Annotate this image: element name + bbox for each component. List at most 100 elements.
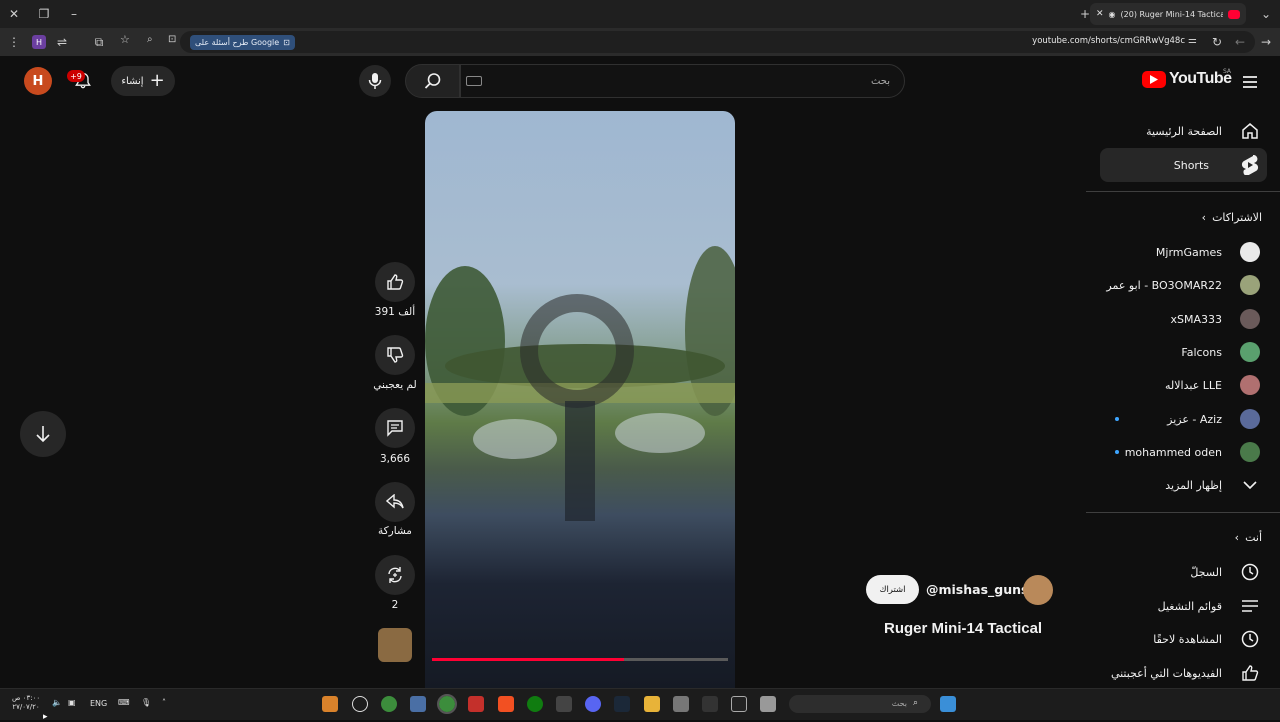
chrome-active-icon[interactable] [437, 694, 457, 714]
network-icon[interactable]: ▣ [68, 698, 76, 707]
pen-app-icon[interactable] [731, 696, 747, 712]
back-arrow-icon[interactable]: ← [1226, 28, 1254, 56]
short-video-player[interactable] [425, 111, 735, 688]
install-icon[interactable]: ⊡ [168, 34, 176, 45]
tab-search-icon[interactable]: ⌄ [1252, 0, 1280, 28]
logo-region: SA [1223, 68, 1232, 75]
youtube-logo[interactable]: YouTube [1142, 70, 1232, 88]
youtube-taskbar-icon[interactable] [468, 696, 484, 712]
share-button[interactable] [375, 482, 415, 522]
brave-icon[interactable] [498, 696, 514, 712]
sound-channel-thumbnail[interactable] [378, 628, 412, 662]
remix-count: 2 [391, 599, 399, 611]
thumbs-up-icon [1238, 661, 1262, 685]
chrome-icon[interactable] [381, 696, 397, 712]
restore-window-icon[interactable]: ❐ [30, 0, 58, 28]
discord-icon[interactable] [585, 696, 601, 712]
video-progress-fill [432, 658, 625, 661]
dislike-label: لم يعجبني [373, 379, 417, 391]
xbox-icon[interactable] [527, 696, 543, 712]
home-icon [1238, 119, 1262, 143]
search-input[interactable]: بحث [460, 64, 905, 98]
voice-search-mic-icon[interactable] [359, 65, 391, 97]
extensions-icon[interactable]: ⇌ [48, 28, 76, 56]
comment-count: 3,666 [379, 453, 411, 465]
app-icon-4[interactable] [410, 696, 426, 712]
hamburger-menu-icon[interactable] [1238, 70, 1262, 94]
menu-dots-icon[interactable]: ⋮ [0, 28, 28, 56]
arrow-down-icon [36, 426, 50, 443]
site-settings-icon[interactable]: ⚌ [1188, 35, 1197, 46]
chevron-down-icon [1238, 473, 1262, 497]
subscription-avatar [1240, 309, 1260, 329]
zoom-icon[interactable]: ⌕ [147, 34, 153, 45]
puzzle-icon[interactable]: ⧉ [85, 28, 113, 56]
channel-handle[interactable]: @mishas_guns [926, 582, 1028, 597]
sidebar-shorts-label: Shorts [1173, 158, 1209, 172]
url-text: youtube.com/shorts/cmGRRwVg48c [1032, 36, 1185, 46]
thumbs-up-icon [387, 274, 404, 290]
channel-avatar[interactable] [1023, 575, 1053, 605]
file-explorer-icon[interactable] [644, 696, 660, 712]
subscription-name: Falcons [1181, 345, 1222, 359]
app-icon-14[interactable] [702, 696, 718, 712]
notifications-badge: +9 [67, 70, 85, 82]
keyboard-tray-icon[interactable]: ⌨ [118, 698, 130, 707]
language-indicator[interactable]: ENG [90, 699, 107, 708]
keyboard-icon[interactable] [466, 76, 482, 86]
task-view-icon[interactable] [760, 696, 776, 712]
you-section-title[interactable]: ‹ أنت [1235, 531, 1262, 544]
app-icon-1[interactable] [322, 696, 338, 712]
store-icon[interactable] [673, 696, 689, 712]
profile-icon[interactable]: H [32, 35, 46, 49]
comments-button[interactable] [375, 408, 415, 448]
sidebar-divider [1086, 191, 1280, 192]
tray-clock[interactable]: ٠٣:٠٠ ص ٢٧/٠٧/٢٠ [12, 694, 40, 712]
bookmark-star-icon[interactable]: ☆ [120, 33, 130, 46]
volume-icon[interactable]: 🔈 [52, 698, 62, 707]
plus-icon: + [149, 70, 165, 91]
like-count: 391 ألف [374, 306, 416, 318]
sidebar-home-label: الصفحة الرئيسية [1146, 124, 1222, 138]
dislike-button[interactable] [375, 335, 415, 375]
lens-icon: ⊡ [283, 38, 290, 47]
search-button[interactable] [405, 64, 460, 98]
windows-taskbar [0, 688, 1280, 720]
chevron-left-icon: ‹ [1201, 211, 1207, 224]
subscription-avatar [1240, 242, 1260, 262]
subscription-avatar [1240, 375, 1260, 395]
short-title[interactable]: Ruger Mini-14 Tactical [884, 620, 1042, 637]
create-button[interactable]: إنشاء + [111, 66, 175, 96]
steam-icon[interactable] [614, 696, 630, 712]
remix-icon [388, 567, 402, 583]
taskbar-search[interactable]: بحث [789, 695, 931, 713]
like-button[interactable] [375, 262, 415, 302]
subscriptions-section-title[interactable]: ‹ الاشتراكات [1202, 211, 1262, 224]
watch-later-label: المشاهدة لاحقًا [1153, 632, 1222, 646]
chevron-up-icon[interactable]: ˄ [162, 698, 166, 707]
microphone-tray-icon[interactable]: 🎙 [141, 698, 151, 707]
close-tab-icon[interactable]: ✕ [1096, 9, 1104, 19]
subscription-avatar [1240, 342, 1260, 362]
new-content-dot [1115, 450, 1119, 454]
minimize-window-icon[interactable]: – [60, 0, 88, 28]
subscription-avatar [1240, 442, 1260, 462]
app-icon-2[interactable] [352, 696, 368, 712]
remix-button[interactable] [375, 555, 415, 595]
subscription-name: عبدالاله LLE [1165, 378, 1222, 392]
app-icon-9[interactable] [556, 696, 572, 712]
subscribe-button[interactable]: اشتراك [866, 575, 919, 604]
playlists-icon [1238, 594, 1262, 618]
google-lens-chip[interactable]: طرح أسئلة على Google ⊡ [190, 35, 295, 50]
share-icon [386, 494, 404, 509]
address-bar[interactable]: ☆ ⌕ ⊡ youtube.com/shorts/cmGRRwVg48c ⚌ [120, 31, 1255, 53]
account-avatar[interactable]: H [24, 67, 52, 95]
history-label: السجلّ [1190, 565, 1222, 579]
start-windows-icon[interactable] [940, 696, 956, 712]
forward-arrow-icon[interactable]: → [1252, 28, 1280, 56]
thumbs-down-icon [387, 347, 404, 363]
next-short-button[interactable] [20, 411, 66, 457]
search-placeholder: بحث [870, 76, 890, 87]
browser-tab[interactable]: ✕ ◉ (20) Ruger Mini-14 Tactical [1090, 3, 1246, 25]
close-window-icon[interactable]: ✕ [0, 0, 28, 28]
